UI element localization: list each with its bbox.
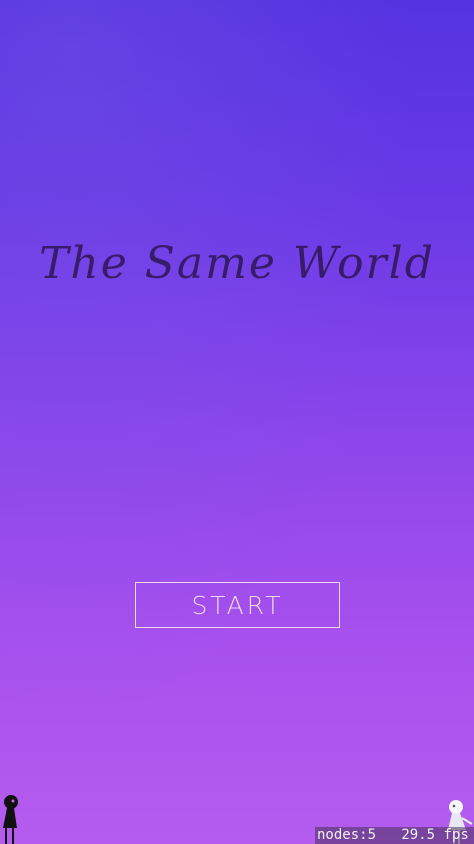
fps-readout: 29.5 fps: [401, 827, 469, 843]
node-count: nodes:5: [317, 827, 377, 843]
dark-character-icon: [3, 795, 18, 844]
start-button[interactable]: START: [135, 582, 340, 628]
game-title: The Same World: [39, 238, 435, 289]
debug-stats: nodes:5 29.5 fps: [315, 827, 474, 844]
background-haze: [0, 0, 474, 844]
